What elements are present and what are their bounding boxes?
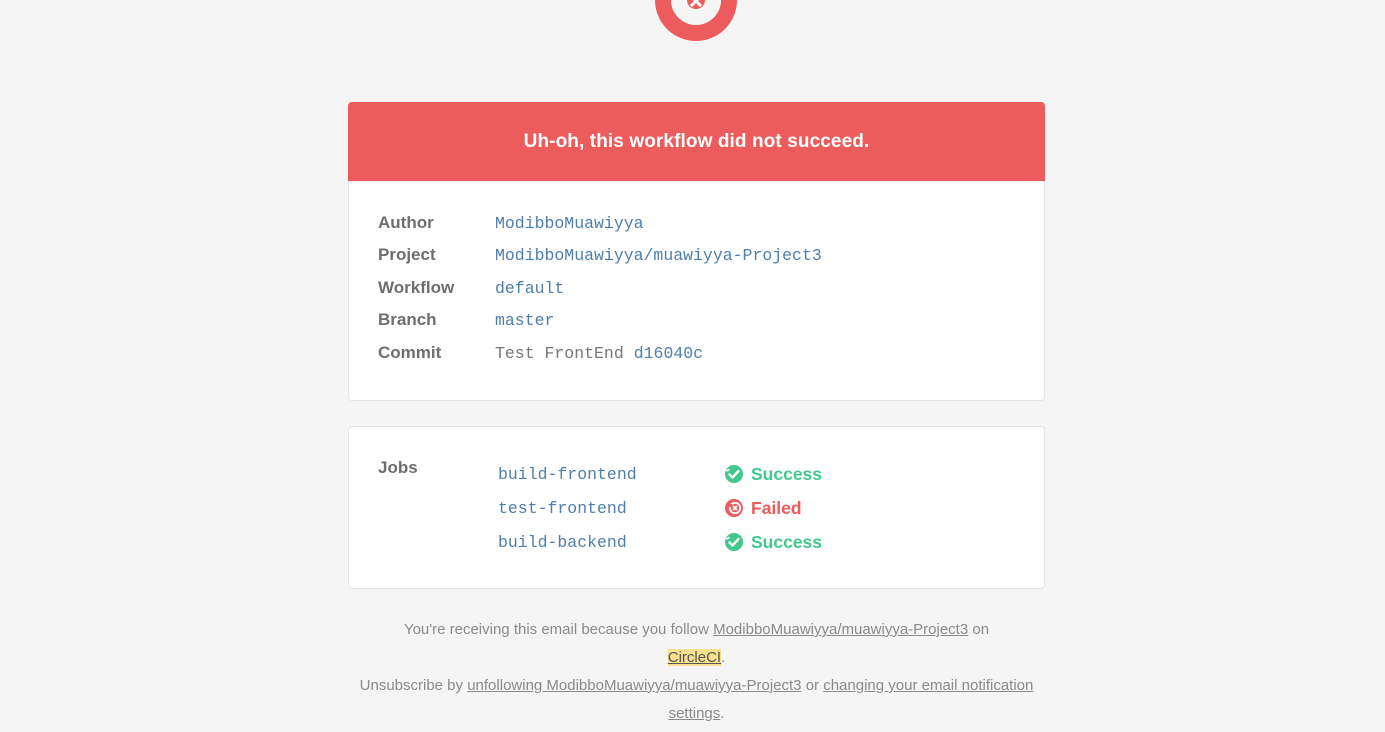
workflow-label: Workflow [378, 278, 455, 297]
footer-line-follow: You're receiving this email because you … [348, 616, 1045, 672]
circleci-link[interactable]: CircleCI [667, 649, 722, 666]
job-status-label: Failed [751, 497, 802, 518]
commit-label: Commit [378, 343, 442, 362]
job-status-failed: Failed [724, 498, 802, 519]
footer-unsubscribe-text: Unsubscribe by [359, 677, 464, 694]
job-status-label: Success [751, 463, 823, 484]
failure-banner: Uh-oh, this workflow did not succeed. [348, 102, 1045, 181]
branch-label: Branch [378, 310, 437, 329]
job-link-test-frontend[interactable]: test-frontend [498, 499, 724, 518]
footer-or-text: or [805, 677, 820, 694]
unfollow-link[interactable]: unfollowing ModibboMuawiyya/muawiyya-Pro… [467, 677, 801, 694]
circleci-failed-logo-icon [655, 0, 737, 41]
detail-row-branch: Branch master [378, 306, 554, 334]
detail-row-author: Author ModibboMuawiyya [378, 209, 644, 237]
job-row: test-frontend Failed [498, 495, 802, 521]
project-link[interactable]: ModibboMuawiyya/muawiyya-Project3 [495, 246, 822, 265]
email-page: Uh-oh, this workflow did not succeed. Au… [0, 0, 1385, 732]
workflow-link[interactable]: default [495, 279, 564, 298]
job-status-label: Success [751, 531, 823, 552]
author-link[interactable]: ModibboMuawiyya [495, 214, 644, 233]
project-label: Project [378, 245, 436, 264]
commit-message: Test FrontEnd [495, 343, 624, 363]
job-status-success: Success [724, 464, 822, 485]
detail-row-workflow: Workflow default [378, 274, 564, 302]
detail-row-commit: Commit Test FrontEnd d16040c [378, 339, 703, 367]
job-row: build-backend Success [498, 529, 822, 555]
job-link-build-backend[interactable]: build-backend [498, 533, 724, 552]
detail-row-project: Project ModibboMuawiyya/muawiyya-Project… [378, 241, 822, 269]
job-link-build-frontend[interactable]: build-frontend [498, 465, 724, 484]
follow-project-link[interactable]: ModibboMuawiyya/muawiyya-Project3 [713, 621, 968, 638]
email-footer: You're receiving this email because you … [348, 616, 1045, 728]
success-check-icon [725, 465, 743, 483]
footer-follow-text: You're receiving this email because you … [403, 621, 709, 638]
branch-link[interactable]: master [495, 311, 554, 330]
footer-period: . [720, 705, 725, 722]
workflow-details-card: Uh-oh, this workflow did not succeed. Au… [348, 102, 1045, 401]
job-row: build-frontend Success [498, 461, 822, 487]
commit-sha-link[interactable]: d16040c [634, 344, 703, 363]
author-label: Author [378, 213, 434, 232]
jobs-card: Jobs build-frontend Success test-fronten… [348, 426, 1045, 589]
job-status-success: Success [724, 532, 822, 553]
failed-x-icon [725, 499, 743, 517]
footer-line-unsubscribe: Unsubscribe by unfollowing ModibboMuawiy… [348, 672, 1045, 728]
footer-on-text: on [972, 621, 990, 638]
success-check-icon [725, 533, 743, 551]
footer-period: . [721, 649, 726, 666]
jobs-label: Jobs [378, 458, 418, 477]
